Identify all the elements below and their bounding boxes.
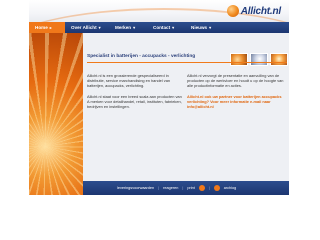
header: Allicht.nl [29, 0, 289, 22]
chevron-down-icon: ▾ [98, 25, 101, 30]
footer-link-archief[interactable]: archiog [224, 186, 236, 190]
nav-item-label: Home [35, 25, 48, 30]
nav-item-label: Nieuws [191, 25, 208, 30]
logo-text: Allicht.nl [240, 5, 281, 17]
nav-item-merken[interactable]: Merken ▾ [109, 22, 147, 33]
chevron-down-icon: ▾ [133, 25, 136, 30]
nav-item-label: Merken [115, 25, 132, 30]
footer-separator: | [208, 186, 210, 190]
nav-item-home[interactable]: Home ▸ [29, 22, 65, 33]
chevron-down-icon: ▾ [209, 25, 212, 30]
nav-item-label: Over Allicht [71, 25, 97, 30]
footer-separator: | [158, 186, 160, 190]
hero-light-image [29, 33, 83, 195]
logo[interactable]: Allicht.nl [226, 3, 281, 19]
footer-link-leveringsvoorwaarden[interactable]: leveringsvoorwaarden [117, 186, 154, 190]
main-content: Specialist in batterijen - accupacks - v… [83, 33, 289, 161]
logo-sun-icon [226, 5, 239, 17]
intro-paragraph: Allicht.nl is een grossierende gespecial… [87, 73, 171, 88]
content-column-right: Allicht.nl verzorgt de presentatie en aa… [187, 73, 287, 115]
main-nav: Home ▸ Over Allicht ▾ Merken ▾ Contact ▾ Nie… [29, 22, 289, 33]
footer-separator: | [182, 186, 184, 190]
print-icon[interactable] [198, 185, 205, 191]
page-headline: Specialist in batterijen - accupacks - v… [87, 54, 196, 59]
nav-item-contact[interactable]: Contact ▾ [147, 22, 185, 33]
content-column-left: Allicht.nl is een grossierende gespecial… [87, 73, 182, 115]
nav-arrow-icon: ▸ [49, 25, 52, 30]
service-paragraph: Allicht.nl verzorgt de presentatie en aa… [187, 73, 284, 88]
footer-link-reageren[interactable]: reageren [163, 186, 178, 190]
chevron-down-icon: ▾ [172, 25, 175, 30]
site-container: Allicht.nl Home ▸ Over Allicht ▾ Merken ▾ C… [29, 0, 289, 195]
contact-cta-paragraph[interactable]: Allicht.nl ook uw partner voor batterije… [187, 94, 287, 109]
nav-item-over-allicht[interactable]: Over Allicht ▾ [65, 22, 109, 33]
footer-link-print[interactable]: print [187, 186, 194, 190]
archive-icon[interactable] [213, 185, 220, 191]
products-paragraph: Allicht.nl staat voor een breed scala aa… [87, 94, 182, 109]
nav-item-label: Contact [153, 25, 171, 30]
nav-item-nieuws[interactable]: Nieuws ▾ [185, 22, 223, 33]
headline-divider [87, 62, 287, 63]
footer: leveringsvoorwaarden | reageren | print … [83, 181, 289, 195]
